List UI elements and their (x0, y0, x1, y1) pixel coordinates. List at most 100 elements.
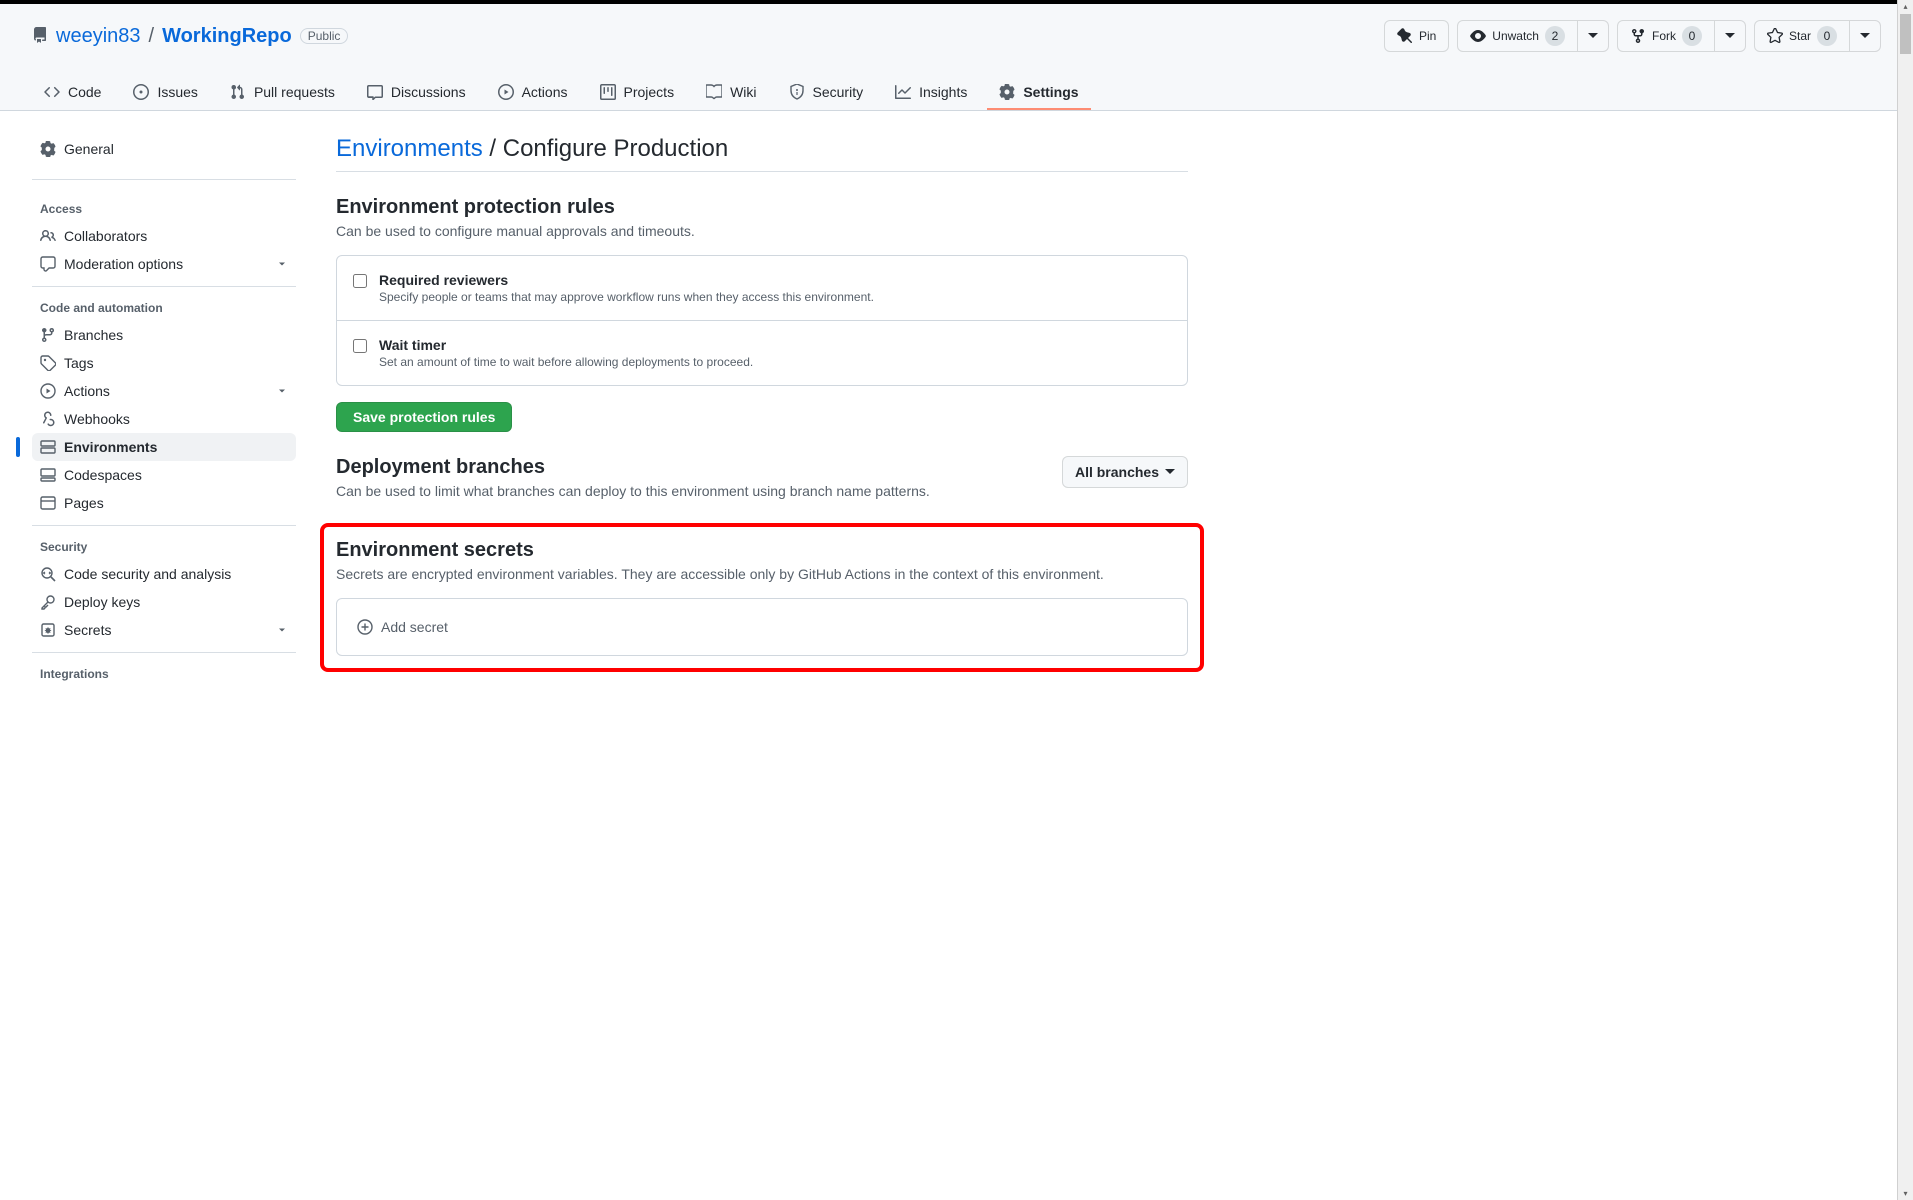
secrets-section: Environment secrets Secrets are encrypte… (336, 539, 1188, 656)
fork-button[interactable]: Fork 0 (1617, 20, 1715, 52)
deployment-section: Deployment branches Can be used to limit… (336, 456, 1188, 499)
scrollbar-thumb[interactable] (1900, 14, 1911, 54)
tab-wiki[interactable]: Wiki (694, 76, 768, 110)
tab-actions[interactable]: Actions (486, 76, 580, 110)
deployment-desc: Can be used to limit what branches can d… (336, 483, 930, 499)
wiki-icon (706, 84, 722, 100)
chevron-down-icon (276, 624, 288, 636)
eye-icon (1470, 28, 1486, 44)
sidebar-item-code-security[interactable]: Code security and analysis (32, 560, 296, 588)
repo-owner-link[interactable]: weeyin83 (56, 25, 141, 48)
tag-icon (40, 355, 56, 371)
star-dropdown[interactable] (1850, 20, 1881, 52)
wait-timer-desc: Set an amount of time to wait before all… (379, 355, 1171, 369)
sidebar-heading-integrations: Integrations (32, 661, 296, 687)
tab-settings[interactable]: Settings (987, 76, 1090, 110)
server-icon (40, 439, 56, 455)
required-reviewers-desc: Specify people or teams that may approve… (379, 290, 1171, 304)
tab-security[interactable]: Security (777, 76, 876, 110)
wait-timer-row: Wait timer Set an amount of time to wait… (337, 321, 1187, 385)
code-icon (44, 84, 60, 100)
tab-pulls[interactable]: Pull requests (218, 76, 347, 110)
sidebar-item-tags[interactable]: Tags (32, 349, 296, 377)
browser-icon (40, 495, 56, 511)
sidebar-item-codespaces[interactable]: Codespaces (32, 461, 296, 489)
chevron-down-icon (276, 258, 288, 270)
secrets-desc: Secrets are encrypted environment variab… (336, 566, 1188, 582)
tab-discussions[interactable]: Discussions (355, 76, 478, 110)
sidebar-item-environments[interactable]: Environments (32, 433, 296, 461)
projects-icon (600, 84, 616, 100)
plus-circle-icon (357, 619, 373, 635)
sidebar-item-moderation[interactable]: Moderation options (32, 250, 296, 278)
highlight-annotation: Environment secrets Secrets are encrypte… (320, 523, 1204, 672)
settings-sidebar: General Access Collaborators Moderation … (16, 135, 312, 687)
sidebar-item-collaborators[interactable]: Collaborators (32, 222, 296, 250)
pin-icon (1397, 28, 1413, 44)
tab-issues[interactable]: Issues (121, 76, 209, 110)
gear-icon (40, 141, 56, 157)
save-protection-button[interactable]: Save protection rules (336, 402, 512, 432)
slash: / (149, 25, 155, 48)
sidebar-item-pages[interactable]: Pages (32, 489, 296, 517)
sidebar-item-general[interactable]: General (32, 135, 296, 163)
unwatch-button[interactable]: Unwatch 2 (1457, 20, 1578, 52)
chevron-down-icon (276, 385, 288, 397)
scrollbar[interactable]: ▴ ▾ (1897, 0, 1913, 1200)
codespaces-icon (40, 467, 56, 483)
issues-icon (133, 84, 149, 100)
required-reviewers-checkbox[interactable] (353, 274, 367, 288)
play-icon (498, 84, 514, 100)
add-secret-button[interactable]: Add secret (337, 599, 1187, 655)
fork-icon (1630, 28, 1646, 44)
caret-down-icon (1588, 33, 1598, 39)
wait-timer-label: Wait timer (379, 337, 1171, 353)
star-icon (1767, 28, 1783, 44)
sidebar-item-secrets[interactable]: Secrets (32, 616, 296, 644)
tab-code[interactable]: Code (32, 76, 113, 110)
repo-header: weeyin83 / WorkingRepo Public Pin Unwatc… (0, 4, 1913, 111)
people-icon (40, 228, 56, 244)
sidebar-heading-access: Access (32, 196, 296, 222)
sidebar-item-branches[interactable]: Branches (32, 321, 296, 349)
sidebar-item-deploy-keys[interactable]: Deploy keys (32, 588, 296, 616)
breadcrumb-environments-link[interactable]: Environments (336, 135, 483, 162)
sidebar-heading-security: Security (32, 534, 296, 560)
wait-timer-checkbox[interactable] (353, 339, 367, 353)
shield-icon (789, 84, 805, 100)
scroll-down-arrow[interactable]: ▾ (1898, 1189, 1913, 1198)
required-reviewers-row: Required reviewers Specify people or tea… (337, 256, 1187, 321)
star-button[interactable]: Star 0 (1754, 20, 1850, 52)
branch-icon (40, 327, 56, 343)
play-icon (40, 383, 56, 399)
caret-down-icon (1860, 33, 1870, 39)
secret-icon (40, 622, 56, 638)
protection-section: Environment protection rules Can be used… (336, 196, 1188, 432)
all-branches-dropdown[interactable]: All branches (1062, 456, 1188, 488)
sidebar-item-actions[interactable]: Actions (32, 377, 296, 405)
visibility-badge: Public (300, 28, 349, 44)
required-reviewers-label: Required reviewers (379, 272, 1171, 288)
webhook-icon (40, 411, 56, 427)
protection-desc: Can be used to configure manual approval… (336, 223, 1188, 239)
repo-name-link[interactable]: WorkingRepo (162, 25, 292, 48)
comment-icon (40, 256, 56, 272)
fork-dropdown[interactable] (1715, 20, 1746, 52)
gear-icon (999, 84, 1015, 100)
sidebar-item-webhooks[interactable]: Webhooks (32, 405, 296, 433)
pull-request-icon (230, 84, 246, 100)
deployment-title: Deployment branches (336, 456, 930, 479)
unwatch-dropdown[interactable] (1578, 20, 1609, 52)
tab-insights[interactable]: Insights (883, 76, 979, 110)
repo-nav: Code Issues Pull requests Discussions Ac… (32, 76, 1881, 110)
pin-button[interactable]: Pin (1384, 20, 1449, 52)
secrets-title: Environment secrets (336, 539, 1188, 562)
scroll-up-arrow[interactable]: ▴ (1898, 2, 1913, 11)
caret-down-icon (1165, 469, 1175, 475)
key-icon (40, 594, 56, 610)
sidebar-heading-automation: Code and automation (32, 295, 296, 321)
tab-projects[interactable]: Projects (588, 76, 687, 110)
caret-down-icon (1725, 33, 1735, 39)
discussions-icon (367, 84, 383, 100)
main-content: Environments / Configure Production Envi… (312, 135, 1212, 687)
